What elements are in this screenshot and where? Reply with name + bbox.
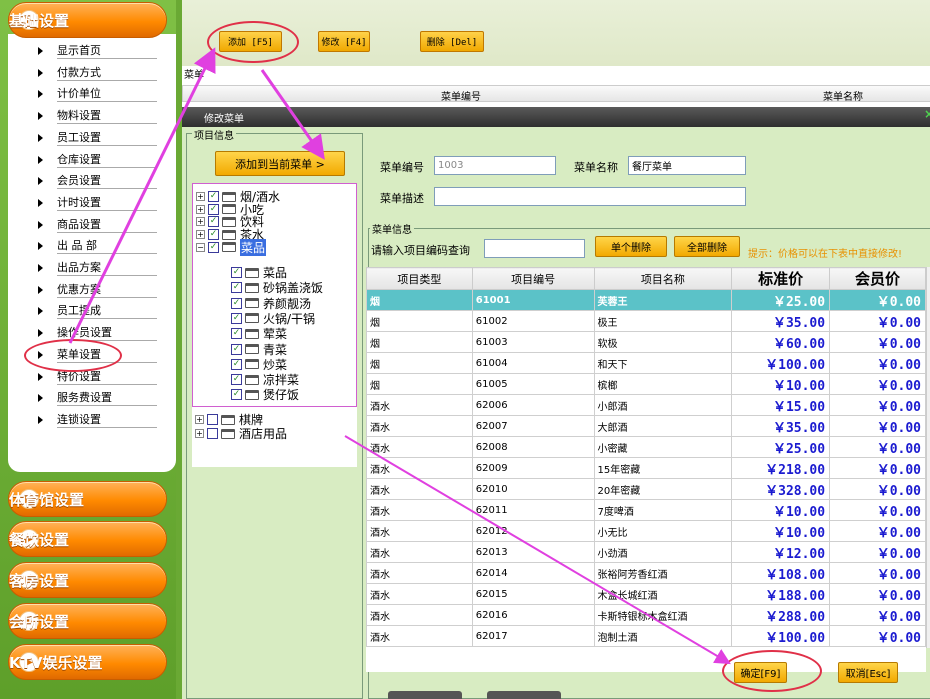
annotation-arrow [68, 47, 216, 344]
annotation-arrows [68, 47, 731, 665]
annotation-arrow [344, 435, 731, 665]
annotation-arrow [260, 69, 325, 160]
app-window: { "sidebar": { "main_section": "基础设置", "… [0, 0, 930, 699]
